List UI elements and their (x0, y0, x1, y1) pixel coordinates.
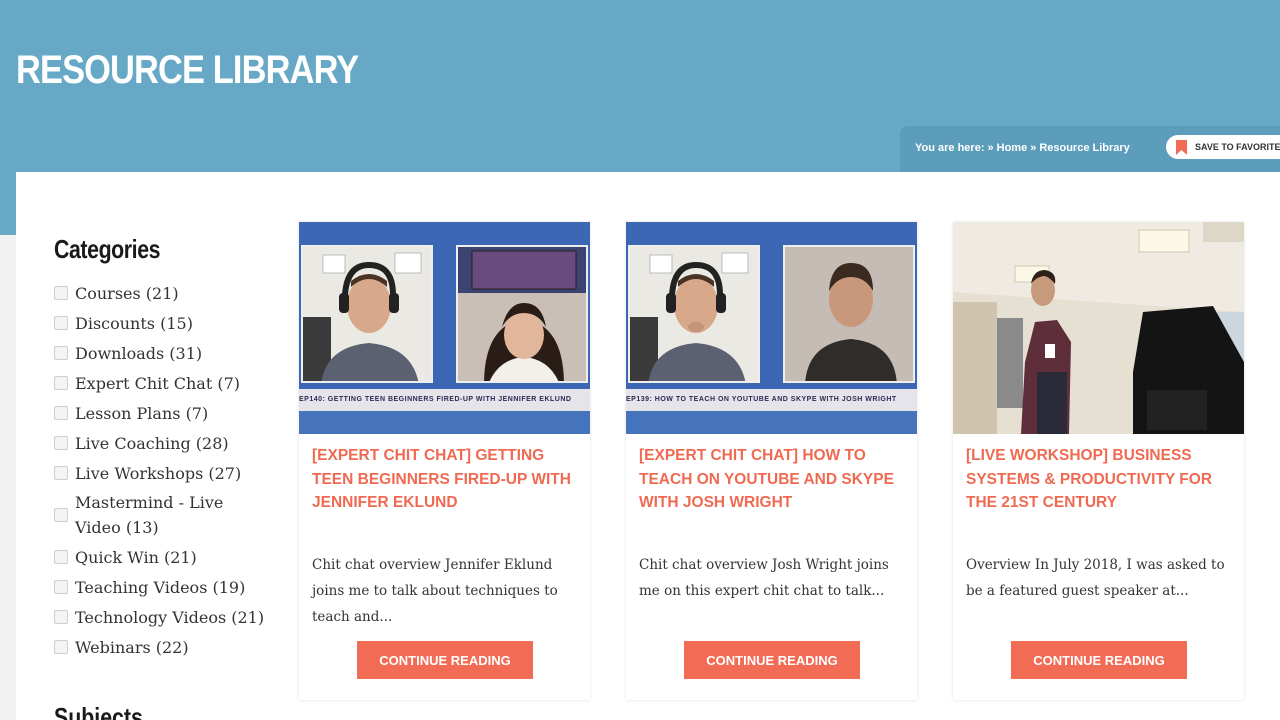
category-item[interactable]: Downloads (31) (54, 338, 274, 368)
post-title-link[interactable]: [LIVE WORKSHOP] BUSINESS SYSTEMS & PRODU… (966, 444, 1234, 515)
category-item[interactable]: Live Coaching (28) (54, 428, 274, 458)
breadcrumb-prefix: You are here: (915, 142, 985, 154)
woman-smiling-image (458, 247, 586, 381)
category-label: Live Workshops (27) (75, 463, 242, 483)
category-label: Webinars (22) (75, 637, 189, 657)
video-participant-frame (456, 245, 588, 383)
continue-reading-button[interactable]: CONTINUE READING (684, 641, 860, 679)
category-checkbox[interactable] (54, 436, 68, 450)
category-label: Discounts (15) (75, 313, 193, 333)
man-with-headphones-image (630, 247, 758, 381)
category-label: Teaching Videos (19) (75, 577, 246, 597)
post-card: [LIVE WORKSHOP] BUSINESS SYSTEMS & PRODU… (953, 222, 1244, 700)
category-checkbox[interactable] (54, 286, 68, 300)
category-checkbox[interactable] (54, 466, 68, 480)
page-title: RESOURCE LIBRARY (16, 48, 359, 92)
breadcrumb-separator: » (1030, 142, 1037, 154)
post-thumbnail[interactable] (953, 222, 1244, 434)
save-to-favorites-button[interactable]: SAVE TO FAVORITES (1166, 135, 1280, 159)
category-checkbox[interactable] (54, 376, 68, 390)
breadcrumb-home-link[interactable]: Home (997, 142, 1028, 154)
post-card: EP140: GETTING TEEN BEGINNERS FIRED-UP W… (299, 222, 590, 700)
breadcrumb-separator: » (987, 142, 994, 154)
category-item[interactable]: Expert Chit Chat (7) (54, 368, 274, 398)
post-excerpt: Overview In July 2018, I was asked to be… (966, 557, 1225, 599)
categories-heading: Categories (54, 234, 161, 264)
video-participant-frame (783, 245, 915, 383)
category-label: Downloads (31) (75, 343, 203, 363)
category-label: Lesson Plans (7) (75, 403, 209, 423)
continue-reading-button[interactable]: CONTINUE READING (357, 641, 533, 679)
category-checkbox[interactable] (54, 508, 68, 522)
category-item[interactable]: Quick Win (21) (54, 542, 274, 572)
man-with-headphones-image (303, 247, 431, 381)
video-bottom-bar (626, 411, 917, 434)
save-to-favorites-label: SAVE TO FAVORITES (1195, 142, 1280, 152)
post-thumbnail[interactable]: EP139: HOW TO TEACH ON YOUTUBE AND SKYPE… (626, 222, 917, 434)
category-checkbox[interactable] (54, 406, 68, 420)
categories-list: Courses (21) Discounts (15) Downloads (3… (54, 278, 274, 662)
category-checkbox[interactable] (54, 550, 68, 564)
category-item[interactable]: Webinars (22) (54, 632, 274, 662)
breadcrumb: You are here: » Home » Resource Library (915, 139, 1130, 157)
category-checkbox[interactable] (54, 580, 68, 594)
categories-sidebar: Categories Courses (21) Discounts (15) D… (54, 232, 274, 662)
category-label: Courses (21) (75, 283, 179, 303)
continue-reading-button[interactable]: CONTINUE READING (1011, 641, 1187, 679)
video-participant-frame (628, 245, 760, 383)
category-checkbox[interactable] (54, 640, 68, 654)
post-title-link[interactable]: [EXPERT CHIT CHAT] HOW TO TEACH ON YOUTU… (639, 444, 907, 515)
post-excerpt: Chit chat overview Jennifer Eklund joins… (312, 557, 558, 625)
category-checkbox[interactable] (54, 610, 68, 624)
breadcrumb-current: Resource Library (1039, 142, 1130, 154)
video-bottom-bar (299, 411, 590, 434)
category-label: Mastermind - Live Video (13) (75, 493, 224, 537)
video-caption-band: EP139: HOW TO TEACH ON YOUTUBE AND SKYPE… (626, 389, 917, 411)
category-label: Quick Win (21) (75, 547, 197, 567)
category-item[interactable]: Teaching Videos (19) (54, 572, 274, 602)
category-item[interactable]: Live Workshops (27) (54, 458, 274, 488)
category-item[interactable]: Courses (21) (54, 278, 274, 308)
category-item[interactable]: Mastermind - Live Video (13) (54, 488, 274, 542)
category-item[interactable]: Lesson Plans (7) (54, 398, 274, 428)
category-label: Technology Videos (21) (75, 607, 265, 627)
category-checkbox[interactable] (54, 346, 68, 360)
post-title-link[interactable]: [EXPERT CHIT CHAT] GETTING TEEN BEGINNER… (312, 444, 580, 515)
post-thumbnail[interactable]: EP140: GETTING TEEN BEGINNERS FIRED-UP W… (299, 222, 590, 434)
category-item[interactable]: Technology Videos (21) (54, 602, 274, 632)
workshop-speaker-photo (953, 222, 1244, 434)
post-card: EP139: HOW TO TEACH ON YOUTUBE AND SKYPE… (626, 222, 917, 700)
video-participant-frame (301, 245, 433, 383)
man-portrait-image (785, 247, 913, 381)
video-caption-band: EP140: GETTING TEEN BEGINNERS FIRED-UP W… (299, 389, 590, 411)
post-excerpt: Chit chat overview Josh Wright joins me … (639, 557, 889, 599)
category-item[interactable]: Discounts (15) (54, 308, 274, 338)
category-label: Expert Chit Chat (7) (75, 373, 241, 393)
category-checkbox[interactable] (54, 316, 68, 330)
bookmark-icon (1176, 139, 1187, 155)
category-label: Live Coaching (28) (75, 433, 229, 453)
subjects-heading: Subjects (54, 702, 143, 720)
